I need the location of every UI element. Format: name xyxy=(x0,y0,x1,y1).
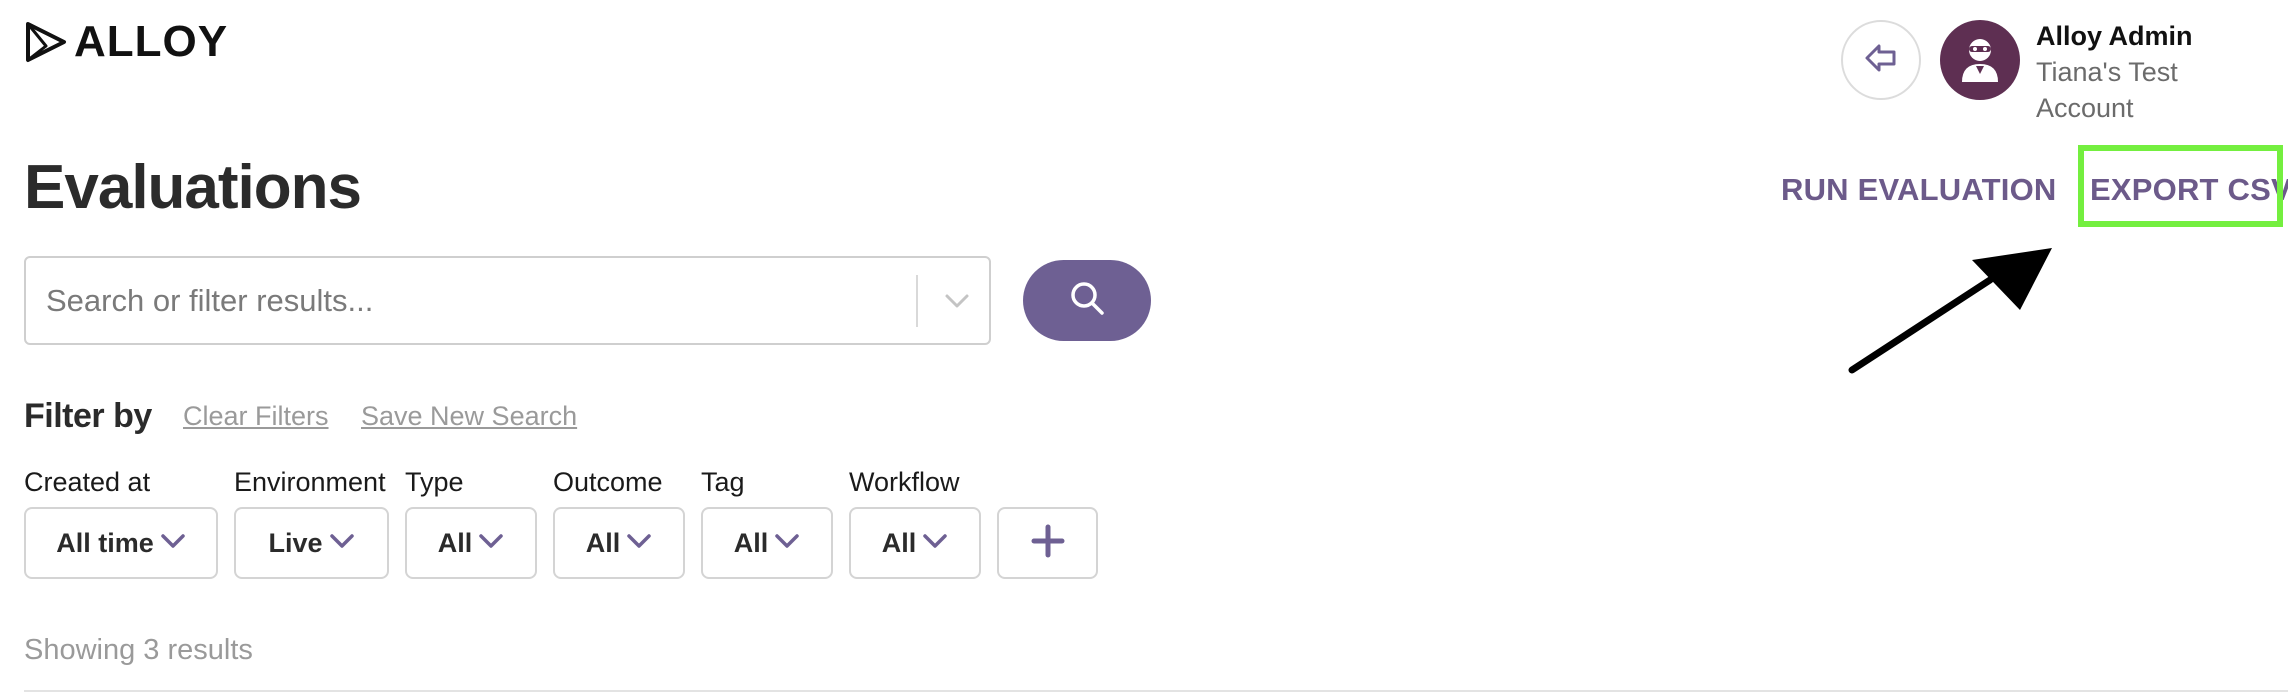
user-name: Alloy Admin xyxy=(2036,21,2193,51)
search-icon xyxy=(1067,278,1107,323)
export-highlight-box xyxy=(2078,145,2283,227)
save-new-search-link[interactable]: Save New Search xyxy=(361,398,577,434)
search-divider xyxy=(916,275,918,327)
brand-name: ALLOY xyxy=(74,17,229,66)
results-count: Showing 3 results xyxy=(24,634,253,666)
chevron-down-icon xyxy=(160,533,186,554)
filter-created-at-select[interactable]: All time xyxy=(24,507,218,579)
filter-label-environment: Environment xyxy=(234,467,386,497)
divider xyxy=(24,690,2288,692)
filter-workflow-select[interactable]: All xyxy=(849,507,981,579)
plus-icon xyxy=(1030,523,1066,564)
chevron-down-icon xyxy=(774,533,800,554)
add-filter-button[interactable] xyxy=(997,507,1098,579)
filter-value: All xyxy=(733,528,769,558)
filter-value: All time xyxy=(56,528,154,558)
search-button[interactable] xyxy=(1023,260,1151,341)
chevron-down-icon xyxy=(943,292,971,315)
filter-value: All xyxy=(585,528,621,558)
filter-label-type: Type xyxy=(405,467,464,497)
chevron-down-icon xyxy=(922,533,948,554)
filter-heading: Filter by xyxy=(24,397,152,435)
filter-outcome-select[interactable]: All xyxy=(553,507,685,579)
filter-label-tag: Tag xyxy=(701,467,745,497)
user-avatar-icon xyxy=(1952,30,2008,91)
annotation-arrow xyxy=(1848,248,2052,374)
search-box xyxy=(24,256,991,345)
clear-filters-link[interactable]: Clear Filters xyxy=(183,398,329,434)
filter-label-outcome: Outcome xyxy=(553,467,663,497)
page-title: Evaluations xyxy=(24,153,362,222)
filter-value: All xyxy=(881,528,917,558)
user-menu[interactable]: Alloy Admin Tiana's Test Account xyxy=(2036,18,2196,126)
chevron-down-icon xyxy=(626,533,652,554)
filter-label-workflow: Workflow xyxy=(849,467,960,497)
filter-value: Live xyxy=(268,528,323,558)
filter-environment-select[interactable]: Live xyxy=(234,507,389,579)
triangle-logo-icon xyxy=(24,20,68,64)
alloy-logo[interactable]: ALLOY xyxy=(24,20,228,64)
search-input[interactable] xyxy=(46,258,906,343)
account-name: Tiana's Test Account xyxy=(2036,57,2178,123)
chevron-down-icon xyxy=(329,533,355,554)
filter-tag-select[interactable]: All xyxy=(701,507,833,579)
chevron-down-icon xyxy=(478,533,504,554)
filter-type-select[interactable]: All xyxy=(405,507,537,579)
back-button[interactable] xyxy=(1841,20,1921,100)
arrow-left-icon xyxy=(1861,38,1901,83)
search-dropdown-toggle[interactable] xyxy=(938,284,976,322)
filter-value: All xyxy=(437,528,473,558)
avatar[interactable] xyxy=(1940,20,2020,100)
run-evaluation-button[interactable]: RUN EVALUATION xyxy=(1781,170,2056,210)
filter-label-created-at: Created at xyxy=(24,467,151,497)
